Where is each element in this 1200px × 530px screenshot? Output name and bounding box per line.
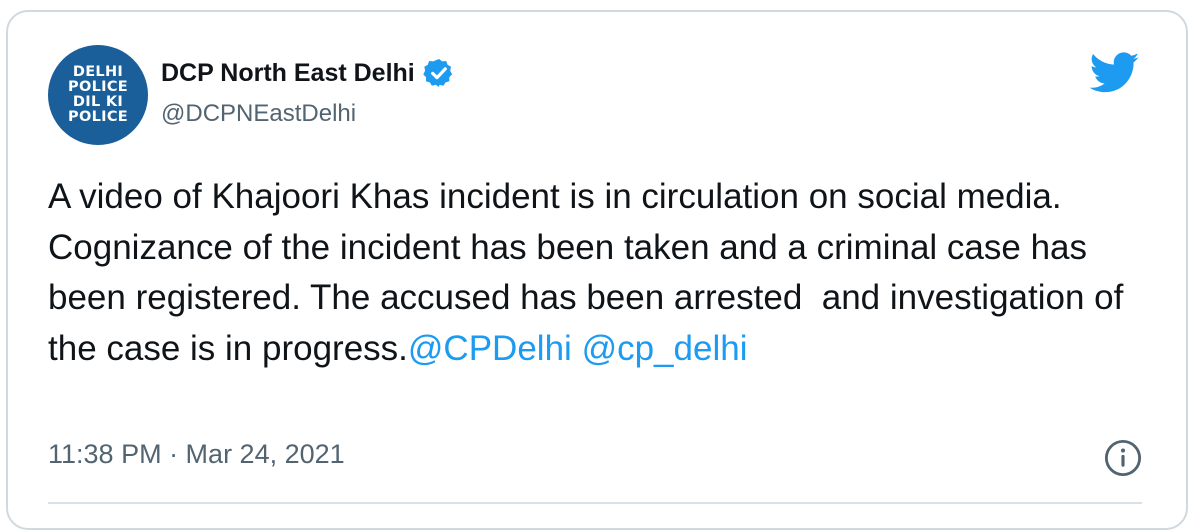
avatar-line: DIL KI bbox=[72, 94, 124, 110]
tweet-card: DELHI POLICE DIL KI POLICE DCP North Eas… bbox=[6, 10, 1188, 530]
tweet-text: A video of Khajoori Khas incident is in … bbox=[48, 172, 1158, 374]
avatar-line: POLICE bbox=[68, 109, 128, 125]
mention-link[interactable]: @CPDelhi bbox=[408, 329, 572, 368]
mention-link[interactable]: @cp_delhi bbox=[582, 329, 748, 368]
avatar[interactable]: DELHI POLICE DIL KI POLICE bbox=[48, 45, 148, 145]
info-icon[interactable] bbox=[1104, 439, 1142, 477]
divider bbox=[48, 502, 1142, 504]
avatar-line: POLICE bbox=[68, 79, 128, 95]
timestamp[interactable]: 11:38 PM · Mar 24, 2021 bbox=[48, 439, 345, 470]
author-row: DCP North East Delhi bbox=[161, 57, 455, 89]
handle[interactable]: @DCPNEastDelhi bbox=[161, 100, 356, 128]
display-name[interactable]: DCP North East Delhi bbox=[161, 59, 415, 88]
twitter-bird-icon[interactable] bbox=[1090, 52, 1140, 94]
avatar-line: DELHI bbox=[72, 64, 124, 80]
verified-badge-icon bbox=[423, 59, 452, 87]
